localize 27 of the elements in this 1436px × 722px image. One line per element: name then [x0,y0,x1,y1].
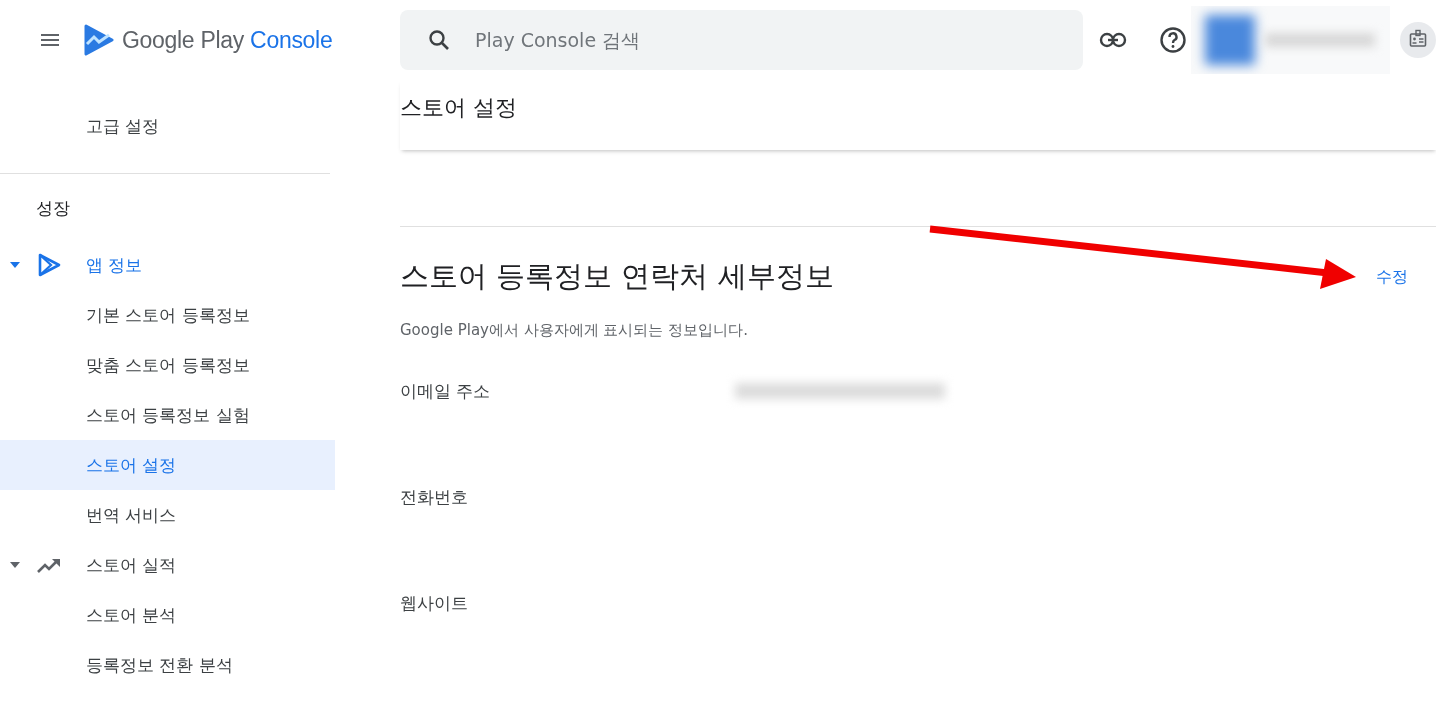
section-description: Google Play에서 사용자에게 표시되는 정보입니다. [400,321,750,340]
id-badge-icon[interactable] [1400,22,1436,58]
sidebar-item[interactable]: 맞춤 스토어 등록정보 [0,340,335,390]
logo-text: Google Play Console [122,26,333,54]
section-heading: 스토어 등록정보 연락처 세부정보 [400,258,834,295]
sidebar-item[interactable]: 기본 스토어 등록정보 [0,290,335,340]
play-icon [36,252,62,278]
sidebar-item[interactable]: 고급 설정 [0,101,335,151]
field-label: 웹사이트 [400,591,469,615]
link-icon[interactable] [1099,32,1127,48]
sidebar-item[interactable]: 앱 정보 [86,253,143,277]
field-label: 전화번호 [400,485,469,509]
caret-icon[interactable] [9,562,21,568]
field-label: 이메일 주소 [400,379,492,403]
logo-icon [84,24,114,56]
edit-link[interactable]: 수정 [1376,266,1408,288]
sidebar-item[interactable]: 번역 서비스 [0,490,335,540]
caret-icon[interactable] [9,262,21,268]
sidebar-item[interactable]: 등록정보 전환 분석 [0,640,335,690]
help-icon[interactable] [1159,26,1187,54]
sidebar-item[interactable]: 스토어 등록정보 실험 [0,390,335,440]
section-title: 성장 [35,197,71,220]
sidebar-item[interactable]: 스토어 실적 [86,553,177,577]
sidebar-item[interactable]: 스토어 분석 [0,590,335,640]
search-icon [427,28,451,52]
sidebar-item[interactable]: 스토어 설정 [0,440,335,490]
page-title: 스토어 설정 [400,94,518,122]
